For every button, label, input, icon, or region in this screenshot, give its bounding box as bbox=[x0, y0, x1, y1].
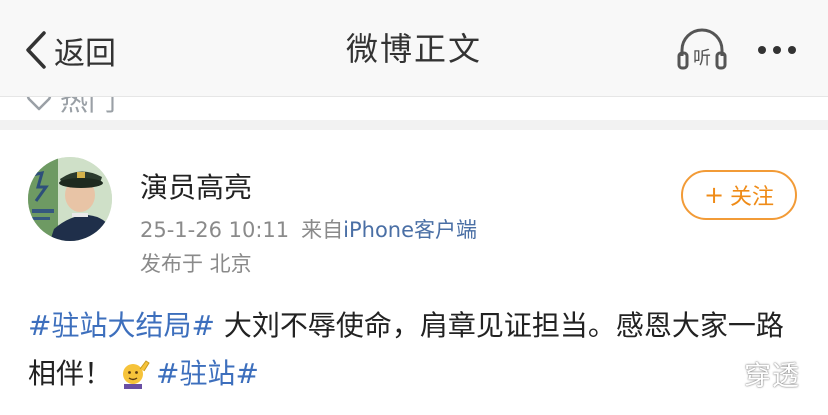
hot-tab[interactable]: 热门 bbox=[26, 97, 116, 119]
weibo-post: 演员高亮 25-1-26 10:11 来自iPhone客户端 发布于 北京 + 关… bbox=[0, 130, 828, 415]
top-navigation-bar: 返回 微博正文 听 bbox=[0, 0, 828, 97]
more-dots-icon bbox=[773, 46, 781, 54]
follow-button[interactable]: + 关注 bbox=[681, 170, 797, 220]
more-dots-icon bbox=[758, 46, 766, 54]
hashtag-link[interactable]: #驻站# bbox=[156, 357, 259, 390]
username[interactable]: 演员高亮 bbox=[140, 166, 252, 206]
avatar[interactable] bbox=[28, 157, 112, 241]
heart-icon bbox=[26, 97, 52, 111]
plus-icon: + bbox=[703, 181, 725, 209]
listen-label: 听 bbox=[693, 48, 711, 69]
listen-button[interactable]: 听 bbox=[676, 26, 728, 72]
hashtag-link[interactable]: #驻站大结局# bbox=[28, 309, 215, 342]
post-content: #驻站大结局# 大刘不辱使命，肩章见证担当。感恩大家一路相伴！ #驻站# bbox=[28, 302, 808, 404]
watermark: 穿透 bbox=[744, 361, 800, 392]
post-source-prefix: 来自 bbox=[301, 218, 344, 242]
post-source-device[interactable]: iPhone客户端 bbox=[343, 218, 477, 242]
post-location: 发布于 北京 bbox=[140, 252, 252, 276]
hot-tab-label: 热门 bbox=[60, 97, 117, 117]
avatar-image bbox=[28, 157, 112, 241]
salute-emoji-icon bbox=[120, 356, 150, 404]
post-timestamp: 25-1-26 10:11 bbox=[140, 218, 290, 242]
post-meta: 25-1-26 10:11 来自iPhone客户端 bbox=[140, 214, 477, 244]
hot-tab-strip: 热门 bbox=[0, 97, 828, 119]
more-options-button[interactable] bbox=[752, 32, 802, 68]
section-divider bbox=[0, 120, 828, 130]
follow-label: 关注 bbox=[730, 185, 775, 210]
headphones-icon: 听 bbox=[677, 28, 727, 70]
more-dots-icon bbox=[788, 46, 796, 54]
